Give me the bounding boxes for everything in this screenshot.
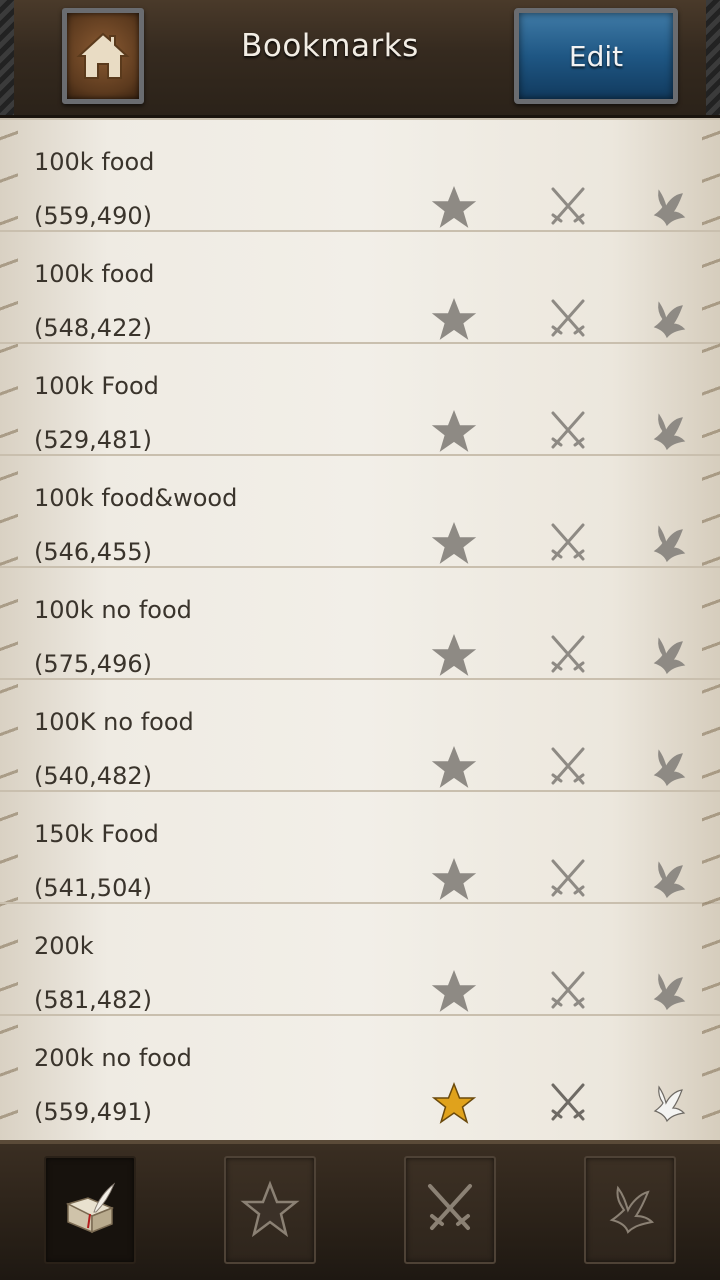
star-icon[interactable] (426, 964, 482, 1020)
bookmark-name: 100k food&wood (34, 484, 238, 512)
bookmark-coords: (581,482) (34, 986, 152, 1014)
crossed-swords-icon[interactable] (540, 404, 596, 460)
bookmark-coords: (546,455) (34, 538, 152, 566)
house-icon (76, 32, 130, 79)
crossed-swords-icon[interactable] (540, 1076, 596, 1132)
star-icon[interactable] (426, 292, 482, 348)
top-bar: Bookmarks Edit (0, 0, 720, 118)
tab-favorites[interactable] (224, 1156, 316, 1264)
list-item[interactable]: 200k no food (559,491) (0, 1014, 720, 1126)
bookmark-coords: (529,481) (34, 426, 152, 454)
bookmark-name: 200k (34, 932, 94, 960)
bookmark-name: 100k no food (34, 596, 192, 624)
list-item[interactable]: 150k Food (541,504) (0, 790, 720, 902)
book-quill-icon (65, 1182, 116, 1234)
dove-icon[interactable] (640, 516, 696, 572)
page-title: Bookmarks (241, 28, 419, 64)
bookmark-coords: (559,491) (34, 1098, 152, 1126)
star-icon[interactable] (426, 516, 482, 572)
bookmark-coords: (575,496) (34, 650, 152, 678)
edit-button[interactable]: Edit (514, 8, 678, 104)
star-icon[interactable] (426, 180, 482, 236)
bookmark-list[interactable]: 100k food (559,490) 100k food (548,422) 100k… (0, 118, 720, 1140)
list-item[interactable]: 100k food (548,422) (0, 230, 720, 342)
crossed-swords-icon[interactable] (540, 292, 596, 348)
bookmark-coords: (548,422) (34, 314, 152, 342)
list-item[interactable]: 100K no food (540,482) (0, 678, 720, 790)
tab-enemies[interactable] (404, 1156, 496, 1264)
bookmark-name: 100k food (34, 148, 155, 176)
star-icon[interactable] (426, 404, 482, 460)
dove-icon (609, 1185, 655, 1234)
bookmark-name: 100K no food (34, 708, 194, 736)
dove-icon[interactable] (640, 964, 696, 1020)
bottom-tab-bar (0, 1140, 720, 1280)
dove-icon[interactable] (640, 292, 696, 348)
dove-icon[interactable] (640, 852, 696, 908)
dove-icon[interactable] (640, 1076, 696, 1132)
bookmark-name: 200k no food (34, 1044, 192, 1072)
list-item[interactable]: 100k no food (575,496) (0, 566, 720, 678)
crossed-swords-icon[interactable] (540, 740, 596, 796)
star-icon[interactable] (426, 1076, 482, 1132)
star-icon[interactable] (426, 740, 482, 796)
dove-icon[interactable] (640, 180, 696, 236)
star-icon[interactable] (426, 852, 482, 908)
crossed-swords-icon[interactable] (540, 516, 596, 572)
list-item[interactable]: 100k Food (529,481) (0, 342, 720, 454)
crossed-swords-icon[interactable] (540, 852, 596, 908)
star-icon[interactable] (426, 628, 482, 684)
list-item[interactable]: 100k food (559,490) (0, 118, 720, 230)
home-button[interactable] (62, 8, 144, 104)
list-item[interactable]: 200k (581,482) (0, 902, 720, 1014)
crossed-swords-icon[interactable] (540, 180, 596, 236)
crossed-swords-icon[interactable] (540, 628, 596, 684)
dove-icon[interactable] (640, 404, 696, 460)
bookmark-name: 150k Food (34, 820, 159, 848)
crossed-swords-icon[interactable] (540, 964, 596, 1020)
bookmark-coords: (540,482) (34, 762, 152, 790)
tab-allies[interactable] (584, 1156, 676, 1264)
bookmark-name: 100k Food (34, 372, 159, 400)
crossed-swords-icon (428, 1184, 472, 1230)
bookmark-name: 100k food (34, 260, 155, 288)
star-icon (240, 1180, 300, 1238)
tab-bookmarks[interactable] (44, 1156, 136, 1264)
dove-icon[interactable] (640, 740, 696, 796)
bookmark-coords: (541,504) (34, 874, 152, 902)
list-item[interactable]: 100k food&wood (546,455) (0, 454, 720, 566)
bookmark-coords: (559,490) (34, 202, 152, 230)
dove-icon[interactable] (640, 628, 696, 684)
